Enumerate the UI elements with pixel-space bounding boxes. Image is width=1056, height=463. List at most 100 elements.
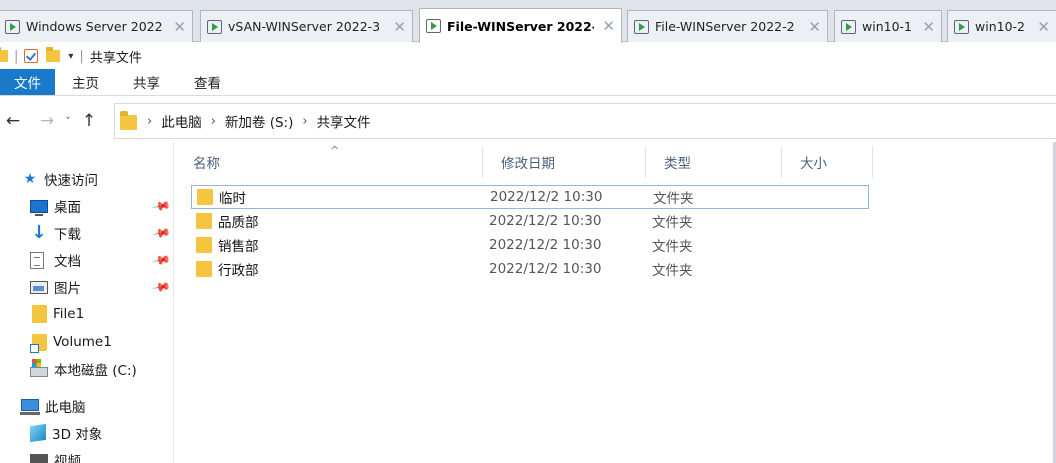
folder-icon xyxy=(196,237,212,253)
column-header-name[interactable]: 名称 xyxy=(175,146,483,178)
table-row[interactable]: 销售部 2022/12/2 10:30 文件夹 xyxy=(191,233,869,257)
pin-icon[interactable]: 📌 xyxy=(151,250,171,270)
breadcrumb-this-pc[interactable]: 此电脑 xyxy=(161,111,202,131)
breadcrumb-separator-icon[interactable]: › xyxy=(147,114,152,129)
file-date-modified: 2022/12/2 10:30 xyxy=(489,237,602,253)
breadcrumb-volume-s[interactable]: 新加卷 (S:) xyxy=(225,111,293,131)
file-name-cell: 销售部 xyxy=(196,235,259,255)
nav-label: 图片 xyxy=(54,281,81,297)
nav-item-file1[interactable]: File1 xyxy=(32,302,84,326)
file-name-cell: 行政部 xyxy=(196,259,259,279)
nav-label: 快速访问 xyxy=(44,173,98,189)
vm-running-icon xyxy=(634,19,649,34)
ribbon-tab-view[interactable]: 查看 xyxy=(177,69,238,95)
back-arrow-icon[interactable]: ← xyxy=(0,111,26,131)
nav-item-3d-objects[interactable]: 3D 对象 xyxy=(30,421,102,445)
close-icon[interactable]: ✕ xyxy=(173,18,186,36)
file-date-modified: 2022/12/2 10:30 xyxy=(489,261,602,277)
file-date-modified: 2022/12/2 10:30 xyxy=(490,189,603,205)
forward-arrow-icon[interactable]: → xyxy=(34,111,60,131)
nav-this-pc[interactable]: 此电脑 xyxy=(20,394,86,418)
documents-icon xyxy=(30,251,44,269)
nav-label: 文档 xyxy=(54,254,81,270)
file-type: 文件夹 xyxy=(653,191,694,207)
breadcrumb-shared-files[interactable]: 共享文件 xyxy=(317,111,371,131)
file-list: ^ 名称 修改日期 类型 大小 临时 2022/12/2 10:30 文件夹 品… xyxy=(175,142,1056,463)
file-name: 品质部 xyxy=(218,215,259,231)
close-icon[interactable]: ✕ xyxy=(1037,18,1050,36)
nav-label: File1 xyxy=(53,306,85,322)
vm-tab-label: win10-2 xyxy=(975,19,1025,34)
desktop-icon xyxy=(30,200,48,216)
ribbon-tabs: 文件 主页 共享 查看 xyxy=(0,69,1056,96)
ribbon-tab-share[interactable]: 共享 xyxy=(116,69,177,95)
address-bar[interactable]: › 此电脑 › 新加卷 (S:) › 共享文件 xyxy=(114,103,1056,139)
file-name-cell: 临时 xyxy=(197,187,246,207)
file-name: 行政部 xyxy=(218,263,259,279)
vm-tab-label: vSAN-WINServer 2022-3 xyxy=(228,19,381,34)
nav-item-desktop[interactable]: 桌面 xyxy=(30,194,81,218)
nav-item-videos[interactable]: 视频 xyxy=(30,448,81,463)
up-arrow-icon[interactable]: ↑ xyxy=(76,111,102,131)
file-name: 销售部 xyxy=(218,239,259,255)
customize-toolbar-dropdown[interactable]: ▾ xyxy=(68,51,73,62)
nav-label: 桌面 xyxy=(54,200,81,216)
pin-icon[interactable]: 📌 xyxy=(151,223,171,243)
vm-tab-win10-2[interactable]: win10-2 ✕ xyxy=(947,10,1056,42)
nav-quick-access[interactable]: ★ 快速访问 xyxy=(22,167,98,191)
recent-locations-chevron-icon[interactable]: ˅ xyxy=(60,115,76,128)
column-header-type[interactable]: 类型 xyxy=(646,146,782,178)
pin-icon[interactable]: 📌 xyxy=(151,277,171,297)
nav-label: 3D 对象 xyxy=(52,427,103,443)
videos-icon xyxy=(30,454,48,463)
nav-label: 此电脑 xyxy=(45,400,86,416)
vm-tab-file-winserver-2022-1[interactable]: File-WINServer 2022-1 ✕ xyxy=(419,8,622,43)
column-header-label: 大小 xyxy=(800,156,827,172)
close-icon[interactable]: ✕ xyxy=(808,18,821,36)
breadcrumb-separator-icon[interactable]: › xyxy=(302,114,307,129)
vm-tab-file-winserver-2022-2[interactable]: File-WINServer 2022-2 ✕ xyxy=(627,10,828,42)
properties-icon[interactable] xyxy=(24,49,39,63)
table-row[interactable]: 临时 2022/12/2 10:30 文件夹 xyxy=(191,185,869,209)
3d-objects-icon xyxy=(30,423,46,443)
navigation-bar: ← → ˅ ↑ › 此电脑 › 新加卷 (S:) › 共享文件 xyxy=(0,100,1056,142)
folder-icon xyxy=(196,261,212,277)
table-row[interactable]: 品质部 2022/12/2 10:30 文件夹 xyxy=(191,209,869,233)
nav-item-documents[interactable]: 文档 xyxy=(30,248,81,272)
vm-tab-label: win10-1 xyxy=(862,19,912,34)
file-name-cell: 品质部 xyxy=(196,211,259,231)
vm-tab-strip: Windows Server 2022 ✕ vSAN-WINServer 202… xyxy=(0,0,1056,43)
vm-tab-windows-server-2022[interactable]: Windows Server 2022 ✕ xyxy=(0,10,193,42)
vm-running-icon xyxy=(207,19,222,34)
vm-tab-label: Windows Server 2022 xyxy=(26,19,163,34)
pin-icon[interactable]: 📌 xyxy=(151,196,171,216)
computer-icon xyxy=(20,399,40,415)
column-header-date-modified[interactable]: 修改日期 xyxy=(483,146,646,178)
nav-label: Volume1 xyxy=(53,334,112,350)
folder-icon xyxy=(32,305,47,323)
vm-running-icon xyxy=(5,19,20,34)
nav-item-downloads[interactable]: ↓ 下载 xyxy=(30,221,81,245)
new-folder-icon[interactable] xyxy=(46,47,61,62)
nav-item-volume1[interactable]: Volume1 xyxy=(30,330,112,354)
nav-label: 下载 xyxy=(54,227,81,243)
file-type: 文件夹 xyxy=(652,239,693,255)
vm-tab-vsan-winserver-2022-3[interactable]: vSAN-WINServer 2022-3 ✕ xyxy=(200,10,413,42)
table-row[interactable]: 行政部 2022/12/2 10:30 文件夹 xyxy=(191,257,869,281)
vm-running-icon xyxy=(954,19,969,34)
ribbon-tab-home[interactable]: 主页 xyxy=(55,69,116,95)
ribbon-tab-file[interactable]: 文件 xyxy=(0,69,55,95)
pictures-icon xyxy=(30,280,48,294)
column-header-size[interactable]: 大小 xyxy=(782,146,873,178)
close-icon[interactable]: ✕ xyxy=(602,17,615,35)
column-header-label: 类型 xyxy=(664,156,691,172)
star-icon: ★ xyxy=(23,171,37,187)
nav-item-local-disk-c[interactable]: 本地磁盘 (C:) xyxy=(30,357,137,381)
nav-item-pictures[interactable]: 图片 xyxy=(30,275,81,299)
breadcrumb-separator-icon[interactable]: › xyxy=(211,114,216,129)
close-icon[interactable]: ✕ xyxy=(922,18,935,36)
close-icon[interactable]: ✕ xyxy=(393,18,406,36)
vm-tab-win10-1[interactable]: win10-1 ✕ xyxy=(834,10,942,42)
drive-icon xyxy=(30,359,48,377)
file-type: 文件夹 xyxy=(652,215,693,231)
